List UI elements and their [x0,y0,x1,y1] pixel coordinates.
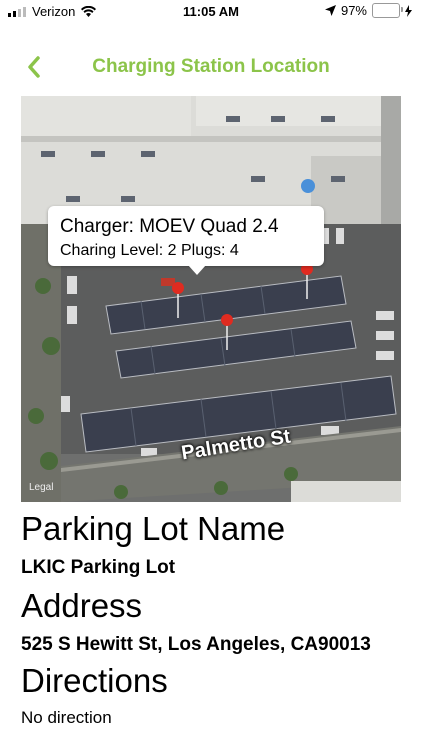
address-value: 525 S Hewitt St, Los Angeles, CA90013 [21,634,371,655]
page-title: Charging Station Location [92,56,330,77]
directions-value: No direction [21,708,112,727]
callout-title: Charger: MOEV Quad 2.4 [60,216,279,237]
callout-subtitle: Charing Level: 2 Plugs: 4 [60,242,239,259]
charging-bolt-icon [405,4,412,17]
satellite-map[interactable]: Charger: MOEV Quad 2.4 Charing Level: 2 … [21,96,401,502]
address-heading: Address [21,587,143,624]
map-legal-link[interactable]: Legal [29,482,53,493]
battery-icon [372,3,403,18]
parking-lot-value: LKIC Parking Lot [21,557,176,578]
charger-callout[interactable]: Charger: MOEV Quad 2.4 Charing Level: 2 … [48,206,324,275]
status-bar: Verizon 11:05 AM 97% [0,0,422,24]
directions-heading: Directions [21,662,168,699]
battery-percent: 97% [340,3,367,18]
nav-bar: Charging Station Location [0,44,422,88]
parking-lot-heading: Parking Lot Name [21,510,286,547]
location-arrow-icon [324,5,336,16]
status-right: 97% [324,3,412,18]
